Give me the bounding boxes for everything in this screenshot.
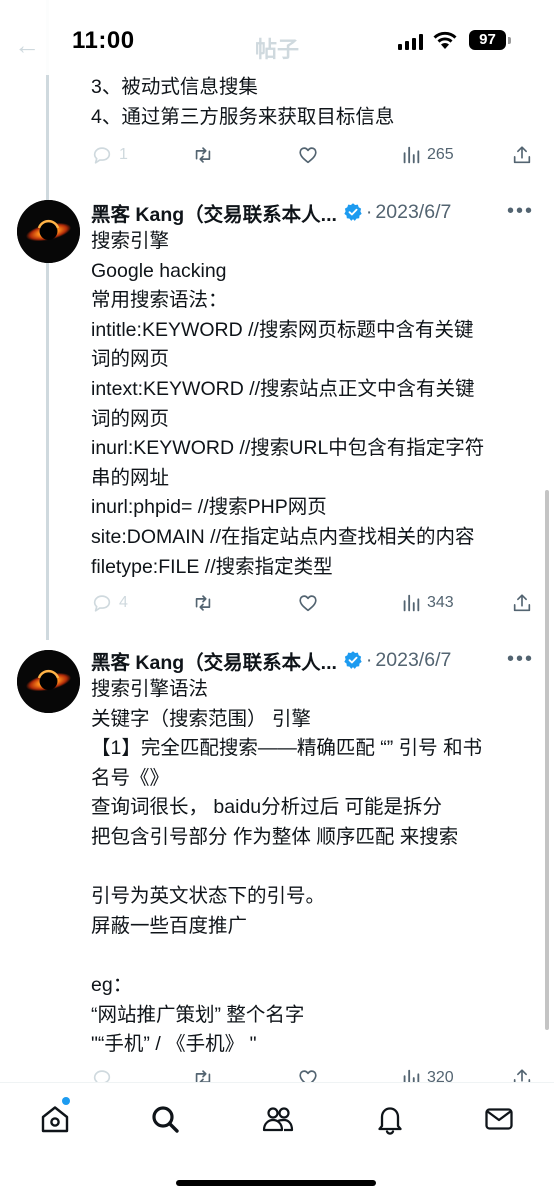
- nav-home[interactable]: [35, 1099, 75, 1139]
- tweet-actions: 1 265: [91, 140, 541, 170]
- tweet-actions: 4 343: [91, 588, 541, 618]
- share-icon: [513, 146, 531, 164]
- header-separator: ·: [365, 648, 373, 671]
- status-time: 11:00: [72, 27, 135, 54]
- author-avatar[interactable]: [17, 650, 80, 713]
- black-hole-avatar-image: [17, 200, 80, 263]
- header-separator: ·: [365, 200, 373, 223]
- reply-count: 1: [119, 146, 128, 163]
- verified-badge-icon: [343, 650, 363, 670]
- battery-indicator: 97: [469, 30, 506, 50]
- status-bar: ← 帖子 11:00 97: [0, 0, 554, 75]
- tweet-date[interactable]: 2023/6/7: [375, 201, 451, 224]
- views-button[interactable]: 265: [401, 140, 454, 170]
- retweet-button[interactable]: [191, 588, 215, 618]
- nav-communities[interactable]: [258, 1099, 298, 1139]
- author-avatar[interactable]: [17, 200, 80, 263]
- wifi-icon: [433, 31, 457, 49]
- tweet-text: 搜索引擎 Google hacking 常用搜索语法： intitle:KEYW…: [91, 230, 485, 578]
- heart-icon: [299, 147, 317, 164]
- like-button[interactable]: [296, 140, 320, 170]
- tweet-header: 黑客 Kang（交易联系本人... · 2023/6/7: [91, 198, 451, 226]
- views-count: 343: [427, 594, 454, 611]
- reply-icon: [93, 595, 111, 612]
- reply-button[interactable]: 1: [91, 140, 128, 170]
- share-button[interactable]: [511, 588, 533, 618]
- home-notification-dot: [62, 1097, 70, 1105]
- retweet-icon: [195, 595, 211, 611]
- nav-notifications[interactable]: [370, 1099, 410, 1139]
- thread-line: [46, 0, 49, 640]
- retweet-button[interactable]: [191, 140, 215, 170]
- heart-icon: [299, 595, 317, 612]
- reply-button[interactable]: 4: [91, 588, 128, 618]
- nav-search[interactable]: [145, 1099, 185, 1139]
- search-icon: [152, 1106, 179, 1133]
- tweet-header: 黑客 Kang（交易联系本人... · 2023/6/7: [91, 646, 451, 674]
- like-button[interactable]: [296, 588, 320, 618]
- views-count: 265: [427, 146, 454, 163]
- reply-icon: [93, 147, 111, 164]
- views-icon: [403, 146, 420, 164]
- black-hole-avatar-image: [17, 650, 80, 713]
- tweet-date[interactable]: 2023/6/7: [375, 649, 451, 672]
- home-indicator: [176, 1180, 376, 1186]
- more-icon[interactable]: •••: [507, 648, 534, 671]
- share-button[interactable]: [511, 140, 533, 170]
- tweet-text: 3、被动式信息搜集 4、通过第三方服务来获取目标信息: [91, 76, 395, 128]
- more-icon[interactable]: •••: [507, 200, 534, 223]
- battery-cap: [508, 37, 511, 44]
- reply-count: 4: [119, 594, 128, 611]
- tweet-text: 搜索引擎语法 关键字（搜索范围） 引擎 【1】完全匹配搜索——精确匹配 “” 引…: [91, 678, 483, 1056]
- nav-messages[interactable]: [479, 1099, 519, 1139]
- verified-badge-icon: [343, 202, 363, 222]
- home-icon: [41, 1106, 69, 1133]
- share-icon: [513, 594, 531, 612]
- cellular-signal-icon: [398, 34, 423, 50]
- author-name[interactable]: 黑客 Kang（交易联系本人...: [91, 646, 337, 675]
- author-name[interactable]: 黑客 Kang（交易联系本人...: [91, 198, 337, 227]
- notifications-icon: [378, 1107, 402, 1135]
- communities-icon: [262, 1107, 294, 1132]
- messages-icon: [485, 1108, 513, 1130]
- views-icon: [403, 594, 420, 612]
- views-button[interactable]: 343: [401, 588, 454, 618]
- scrollbar[interactable]: [545, 490, 549, 1030]
- retweet-icon: [195, 147, 211, 163]
